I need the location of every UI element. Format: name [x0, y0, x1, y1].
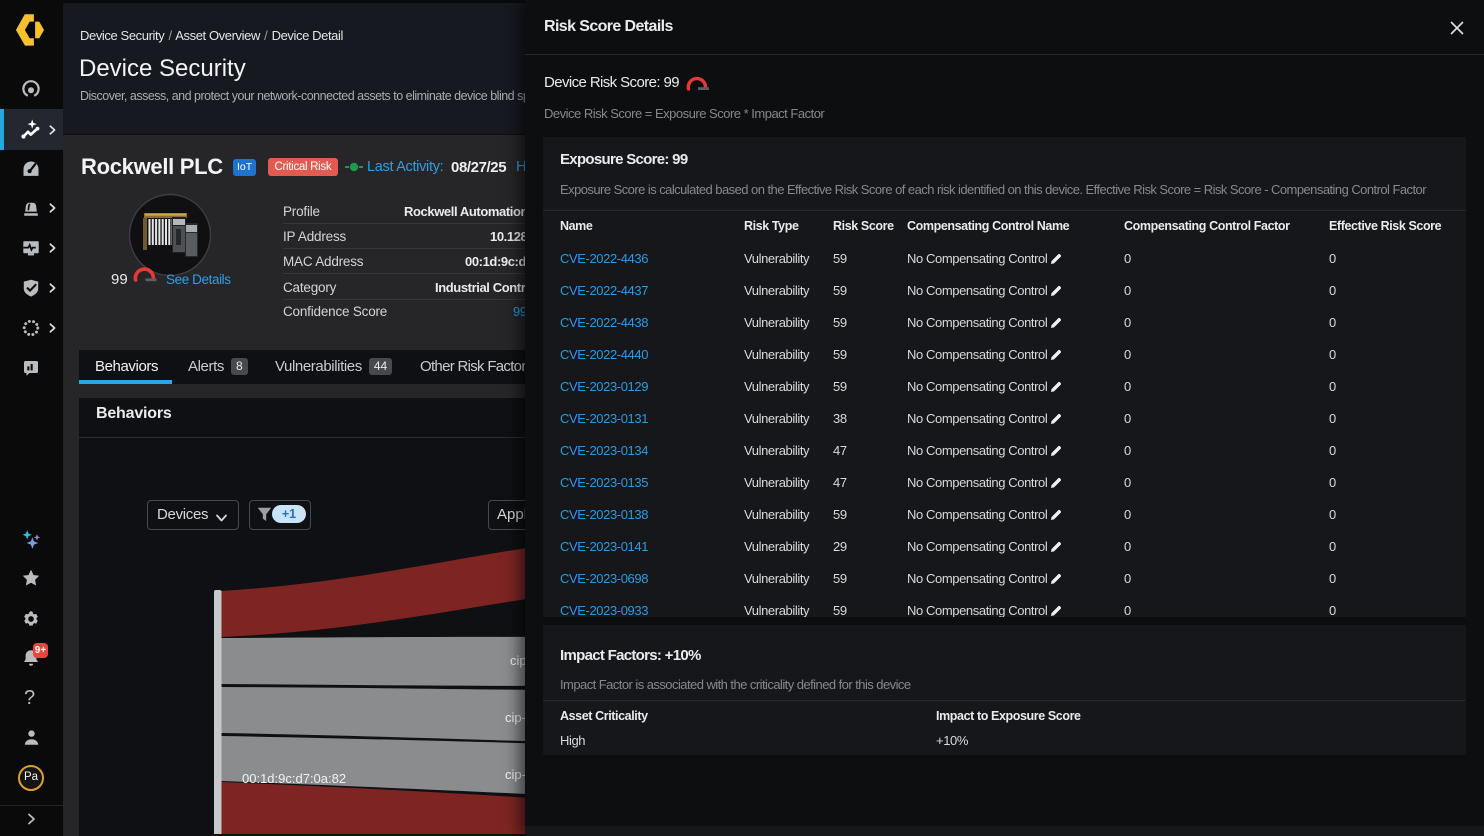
svg-text:00:1d:9c:d7:0a:82: 00:1d:9c:d7:0a:82 — [242, 771, 346, 786]
